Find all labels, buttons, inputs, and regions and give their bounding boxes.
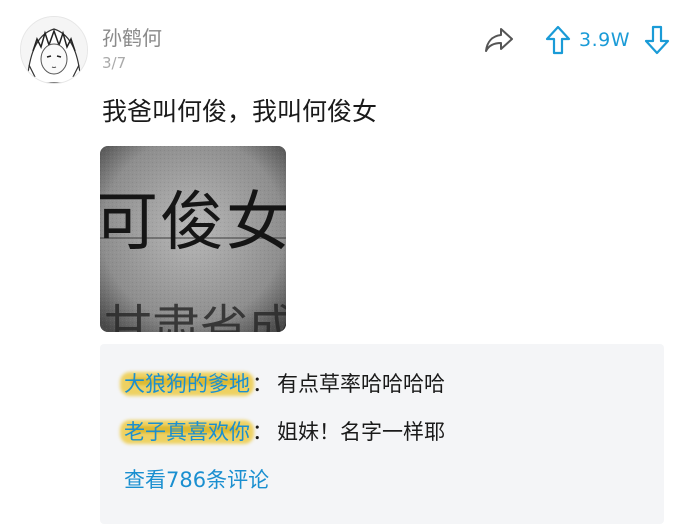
- comments-box: 大狼狗的爹地 ： 有点草率哈哈哈哈 老子真喜欢你 ： 姐妹！名字一样耶 查看78…: [100, 344, 664, 524]
- comment-separator: ：: [252, 420, 273, 444]
- photo-of-name-text: 可俊女 甘肃省成: [100, 146, 286, 332]
- comment-author: 大狼狗的爹地: [124, 372, 250, 396]
- share-arrow-icon: [484, 28, 513, 52]
- post-image[interactable]: 可俊女 甘肃省成: [100, 146, 286, 332]
- image-partial-text: 甘肃省成: [104, 300, 286, 332]
- downvote-button[interactable]: [640, 20, 674, 60]
- comment-author: 老子真喜欢你: [124, 420, 250, 444]
- arrow-up-icon: [545, 25, 571, 55]
- comment-text: 有点草率哈哈哈哈: [277, 372, 445, 396]
- vote-count: 3.9W: [578, 29, 630, 51]
- comment-author-link[interactable]: 老子真喜欢你: [120, 416, 254, 446]
- image-handwritten-text: 可俊女: [100, 186, 286, 260]
- avatar-illustration: [21, 17, 87, 83]
- comment-item: 老子真喜欢你 ： 姐妹！名字一样耶: [120, 416, 445, 446]
- post-date: 3/7: [102, 54, 127, 72]
- upvote-button[interactable]: [541, 20, 575, 60]
- share-button[interactable]: [479, 20, 519, 60]
- avatar[interactable]: [20, 16, 88, 84]
- username[interactable]: 孙鹤何: [102, 22, 162, 51]
- comment-author-link[interactable]: 大狼狗的爹地: [120, 368, 254, 398]
- post-text: 我爸叫何俊，我叫何俊女: [102, 97, 378, 126]
- post-actions: 3.9W: [479, 20, 674, 60]
- arrow-down-icon: [644, 25, 670, 55]
- comment-separator: ：: [252, 372, 273, 396]
- view-all-comments-link[interactable]: 查看786条评论: [124, 464, 269, 494]
- comment-text: 姐妹！名字一样耶: [277, 420, 445, 444]
- comment-item: 大狼狗的爹地 ： 有点草率哈哈哈哈: [120, 368, 445, 398]
